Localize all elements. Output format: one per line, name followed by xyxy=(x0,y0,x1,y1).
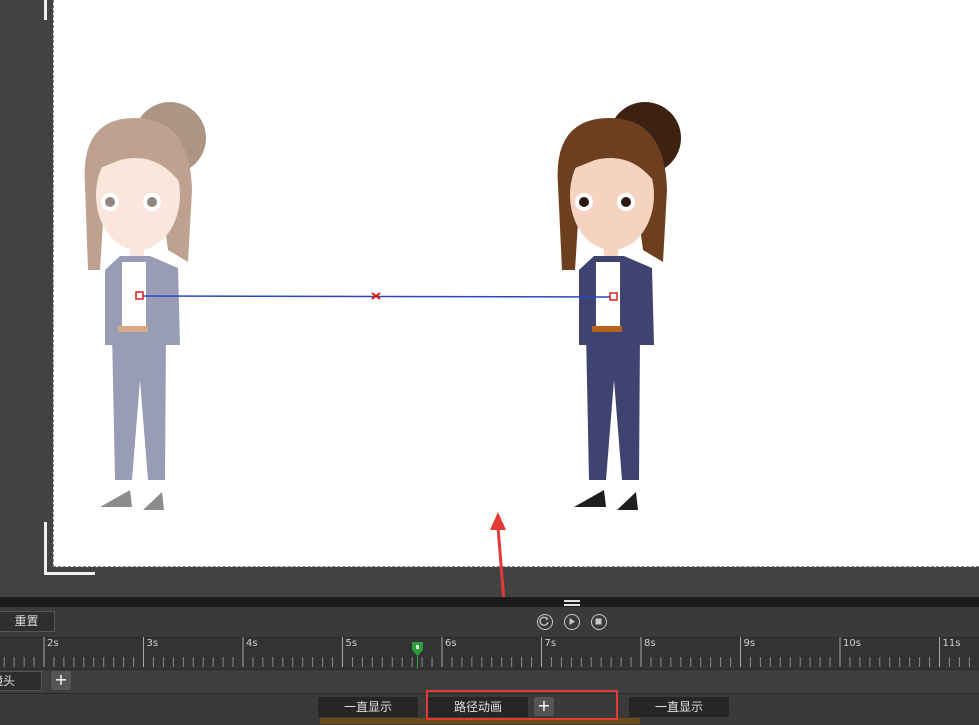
ruler-tick-label: 11s xyxy=(942,638,961,649)
playhead-marker-icon[interactable] xyxy=(412,642,423,656)
stop-icon[interactable] xyxy=(591,614,607,630)
animation-duration-bar xyxy=(320,718,640,724)
reset-button[interactable]: 重置 xyxy=(0,611,55,632)
add-camera-keyframe-button[interactable]: + xyxy=(51,671,71,690)
character-main[interactable] xyxy=(557,102,681,510)
panel-splitter[interactable] xyxy=(0,597,979,607)
camera-track xyxy=(0,669,979,694)
camera-track-label-text: 镜头 xyxy=(0,674,16,688)
play-icon[interactable] xyxy=(564,614,580,630)
ruler-tick-label: 2s xyxy=(47,638,59,649)
ruler-tick-label: 4s xyxy=(246,638,258,649)
add-animation-button[interactable]: + xyxy=(534,697,554,716)
path-end-handle[interactable] xyxy=(609,292,618,301)
always-show-block-left[interactable]: 一直显示 xyxy=(318,697,418,717)
ruler-tick-label: 8s xyxy=(644,638,656,649)
ruler-tick-label: 9s xyxy=(743,638,756,649)
annotation-arrowhead xyxy=(490,512,506,530)
ruler-tick-label: 6s xyxy=(445,638,457,649)
stage-svg xyxy=(84,102,681,597)
always-show-block-right[interactable]: 一直显示 xyxy=(629,697,729,717)
ruler-tick-label: 7s xyxy=(544,638,557,649)
ruler-tick-label: 10s xyxy=(843,638,861,649)
refresh-icon[interactable] xyxy=(537,614,553,630)
camera-track-label[interactable]: 镜头 xyxy=(0,671,42,691)
character-ghost[interactable] xyxy=(84,102,206,510)
ruler-tick-label: 3s xyxy=(146,638,159,649)
path-start-handle[interactable] xyxy=(135,291,144,300)
ruler-tick-label: 5s xyxy=(345,638,358,649)
path-animation-block[interactable]: 路径动画 xyxy=(428,697,528,717)
splitter-grip-icon[interactable] xyxy=(564,600,580,606)
annotation-arrow xyxy=(496,526,506,597)
timeline-toolbar xyxy=(0,607,979,637)
